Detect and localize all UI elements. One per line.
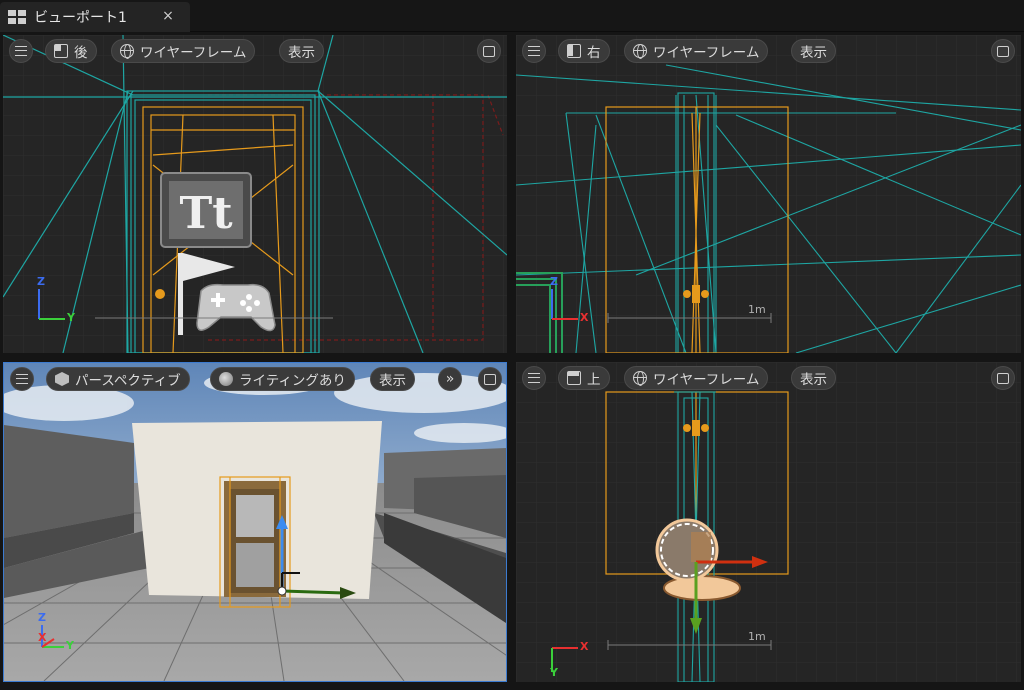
viewport-toolbar: 上 ワイヤーフレーム 表示 xyxy=(522,366,1015,390)
axis-y-label: Y xyxy=(550,666,558,679)
lighting-sphere-icon xyxy=(219,372,233,386)
viewport-top-scene xyxy=(516,362,1021,682)
hamburger-icon xyxy=(528,46,540,56)
perspective-cube-icon xyxy=(55,372,69,386)
viewport-menu-button[interactable] xyxy=(522,39,546,63)
view-mode-button[interactable]: ワイヤーフレーム xyxy=(111,39,256,63)
axis-x-label: X xyxy=(580,640,589,653)
show-menu-button[interactable]: 表示 xyxy=(791,366,836,390)
view-mode-button[interactable]: ライティングあり xyxy=(210,367,355,391)
viewport-back-scene: Tt xyxy=(3,35,507,353)
viewport-menu-button[interactable] xyxy=(522,366,546,390)
axis-z-label: Z xyxy=(38,611,46,624)
viewport-menu-button[interactable] xyxy=(10,367,34,391)
view-type-label: 上 xyxy=(587,372,601,388)
scale-label: 1m xyxy=(748,630,766,643)
right-view-icon xyxy=(567,44,581,58)
chevron-double-right-icon: » xyxy=(445,371,455,387)
hamburger-icon xyxy=(15,46,27,56)
tab-label: ビューポート1 xyxy=(34,10,127,26)
maximize-viewport-button[interactable] xyxy=(478,367,502,391)
show-menu-label: 表示 xyxy=(288,45,315,61)
view-type-button[interactable]: パースペクティブ xyxy=(46,367,190,391)
axis-x-label: X xyxy=(38,631,47,644)
maximize-icon xyxy=(997,45,1009,57)
viewport-toolbar: 右 ワイヤーフレーム 表示 xyxy=(522,39,1015,63)
view-type-label: パースペクティブ xyxy=(75,373,181,389)
show-menu-button[interactable]: 表示 xyxy=(791,39,836,63)
maximize-icon xyxy=(483,45,495,57)
tab-bar: ビューポート1 × xyxy=(0,0,1024,32)
show-menu-label: 表示 xyxy=(379,373,406,389)
top-view-icon xyxy=(567,371,581,385)
view-type-button[interactable]: 右 xyxy=(558,39,610,63)
close-tab-button[interactable]: × xyxy=(160,8,176,24)
back-view-icon xyxy=(54,44,68,58)
more-options-button[interactable]: » xyxy=(438,367,462,391)
viewport-back[interactable]: Tt Z Y 後 ワイヤーフレーム 表示 xyxy=(3,35,507,353)
show-menu-button[interactable]: 表示 xyxy=(279,39,324,63)
view-mode-label: ライティングあり xyxy=(239,373,346,389)
viewport-layout-icon xyxy=(8,10,26,24)
view-type-button[interactable]: 上 xyxy=(558,366,610,390)
view-type-label: 右 xyxy=(587,45,601,61)
wireframe-globe-icon xyxy=(633,44,647,59)
maximize-viewport-button[interactable] xyxy=(477,39,501,63)
viewport-toolbar: パースペクティブ ライティングあり 表示 » xyxy=(10,367,502,391)
view-mode-label: ワイヤーフレーム xyxy=(653,372,760,388)
view-type-button[interactable]: 後 xyxy=(45,39,97,63)
text-render-actor-icon: Tt xyxy=(160,172,252,248)
show-menu-button[interactable]: 表示 xyxy=(370,367,415,391)
viewport-perspective-scene xyxy=(4,363,506,681)
show-menu-label: 表示 xyxy=(800,372,827,388)
axis-y-label: Y xyxy=(66,639,74,652)
view-mode-button[interactable]: ワイヤーフレーム xyxy=(624,39,769,63)
viewport-perspective[interactable]: Z X Y パースペクティブ ライティングあり 表示 » xyxy=(3,362,507,682)
view-mode-label: ワイヤーフレーム xyxy=(653,45,760,61)
view-mode-label: ワイヤーフレーム xyxy=(140,45,247,61)
axis-z-label: Z xyxy=(37,275,45,288)
svg-text:Tt: Tt xyxy=(179,188,233,239)
view-mode-button[interactable]: ワイヤーフレーム xyxy=(624,366,769,390)
hamburger-icon xyxy=(16,374,28,384)
tab-viewport1[interactable]: ビューポート1 × xyxy=(0,2,190,32)
maximize-icon xyxy=(997,372,1009,384)
axis-y-label: Y xyxy=(67,311,75,324)
viewport-right-scene xyxy=(516,35,1021,353)
maximize-icon xyxy=(484,373,496,385)
wireframe-globe-icon xyxy=(633,371,647,386)
axis-z-label: Z xyxy=(550,275,558,288)
maximize-viewport-button[interactable] xyxy=(991,39,1015,63)
view-type-label: 後 xyxy=(74,45,88,61)
maximize-viewport-button[interactable] xyxy=(991,366,1015,390)
hamburger-icon xyxy=(528,373,540,383)
viewport-top[interactable]: 1m X Y 上 ワイヤーフレーム 表示 xyxy=(516,362,1021,682)
viewport-menu-button[interactable] xyxy=(9,39,33,63)
scale-label: 1m xyxy=(748,303,766,316)
viewport-toolbar: 後 ワイヤーフレーム 表示 xyxy=(9,39,501,63)
show-menu-label: 表示 xyxy=(800,45,827,61)
wireframe-globe-icon xyxy=(120,44,134,59)
axis-x-label: X xyxy=(580,311,589,324)
viewport-right[interactable]: 1m Z X 右 ワイヤーフレーム 表示 xyxy=(516,35,1021,353)
